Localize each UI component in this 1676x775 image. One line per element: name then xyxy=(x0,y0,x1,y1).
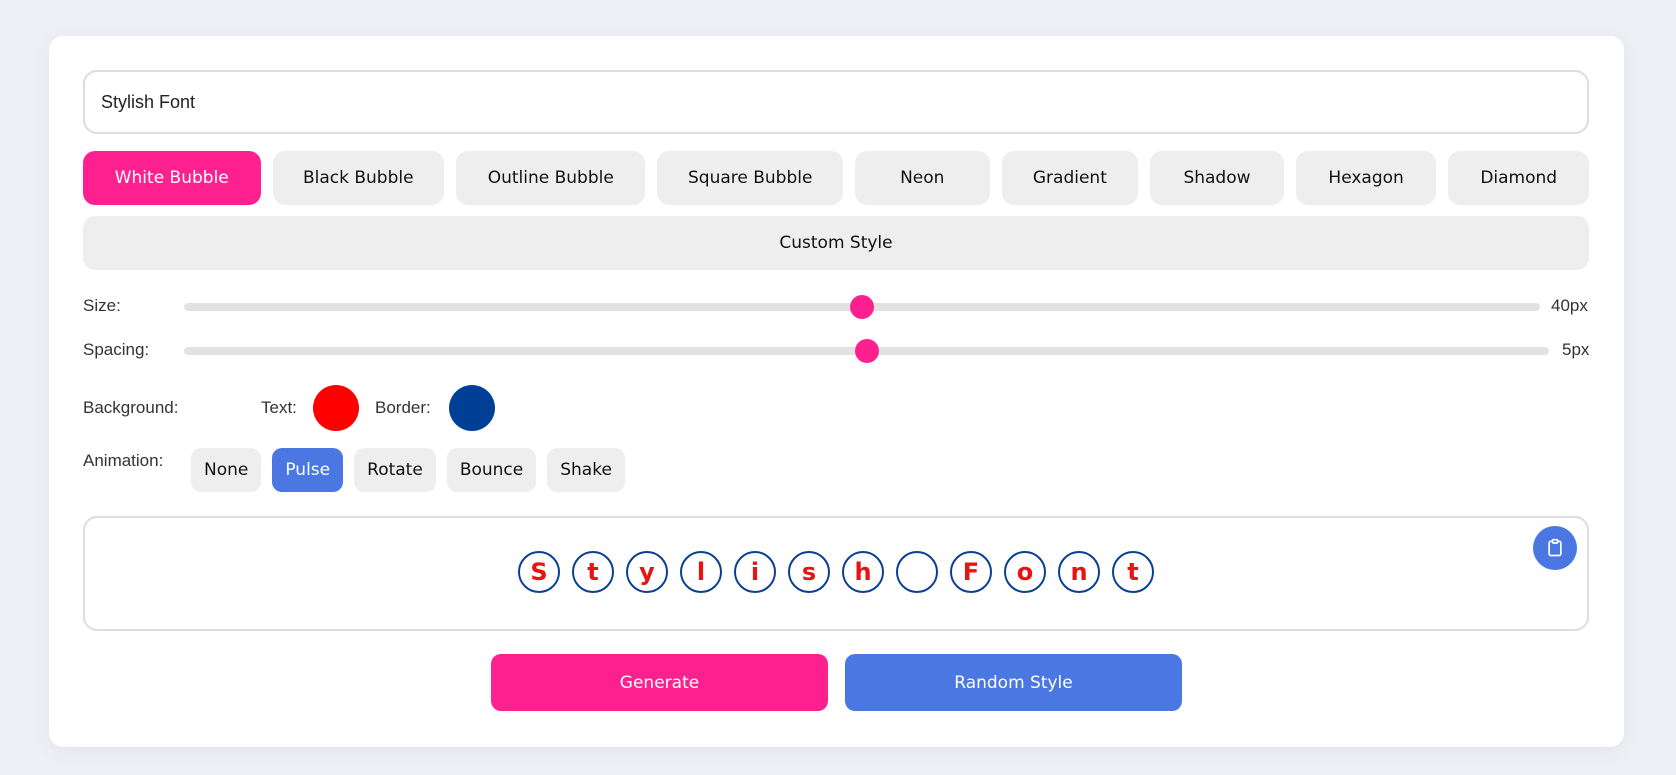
border-color-swatch[interactable] xyxy=(449,385,495,431)
letter-bubble: y xyxy=(626,551,668,593)
style-black-bubble-button[interactable]: Black Bubble xyxy=(272,151,445,205)
style-square-bubble-button[interactable]: Square Bubble xyxy=(657,151,843,205)
spacing-slider-thumb[interactable] xyxy=(855,339,879,363)
style-neon-button[interactable]: Neon xyxy=(854,151,990,205)
style-outline-bubble-button[interactable]: Outline Bubble xyxy=(456,151,646,205)
spacing-value: 5px xyxy=(1562,340,1590,359)
letter-bubble: i xyxy=(734,551,776,593)
border-color-label: Border: xyxy=(375,398,431,417)
size-value: 40px xyxy=(1551,296,1588,315)
letter-bubble: l xyxy=(680,551,722,593)
clipboard-icon xyxy=(1548,538,1562,557)
letter-bubble: h xyxy=(842,551,884,593)
animation-bounce-button[interactable]: Bounce xyxy=(446,448,537,492)
custom-style-button[interactable]: Custom Style xyxy=(83,216,1589,270)
letter-bubble: F xyxy=(950,551,992,593)
style-diamond-button[interactable]: Diamond xyxy=(1448,151,1589,205)
letter-bubble: s xyxy=(788,551,830,593)
animation-rotate-button[interactable]: Rotate xyxy=(354,448,436,492)
spacing-label: Spacing: xyxy=(83,340,150,359)
letter-bubble xyxy=(896,551,938,593)
letter-bubble: t xyxy=(572,551,614,593)
generator-card: White Bubble Black Bubble Outline Bubble… xyxy=(49,36,1624,747)
letter-bubble: t xyxy=(1112,551,1154,593)
animation-none-button[interactable]: None xyxy=(191,448,262,492)
background-label: Background: xyxy=(83,398,179,417)
copy-button[interactable] xyxy=(1533,526,1577,570)
style-gradient-button[interactable]: Gradient xyxy=(1001,151,1139,205)
preview-box: S t y l i s h F o n t xyxy=(83,516,1589,631)
preview-bubbles: S t y l i s h F o n t xyxy=(85,551,1587,593)
style-white-bubble-button[interactable]: White Bubble xyxy=(83,151,261,205)
style-hexagon-button[interactable]: Hexagon xyxy=(1295,151,1437,205)
random-style-button[interactable]: Random Style xyxy=(845,654,1182,711)
letter-bubble: n xyxy=(1058,551,1100,593)
text-color-label: Text: xyxy=(261,398,297,417)
animation-pulse-button[interactable]: Pulse xyxy=(272,448,344,492)
style-shadow-button[interactable]: Shadow xyxy=(1150,151,1284,205)
letter-bubble: o xyxy=(1004,551,1046,593)
generate-button[interactable]: Generate xyxy=(491,654,828,711)
text-color-swatch[interactable] xyxy=(313,385,359,431)
text-input[interactable] xyxy=(83,70,1589,134)
letter-bubble: S xyxy=(518,551,560,593)
size-slider-thumb[interactable] xyxy=(850,295,874,319)
size-label: Size: xyxy=(83,296,121,315)
style-selector: White Bubble Black Bubble Outline Bubble… xyxy=(83,151,1589,205)
animation-options: None Pulse Rotate Bounce Shake xyxy=(191,448,625,492)
animation-label: Animation: xyxy=(83,451,164,470)
animation-shake-button[interactable]: Shake xyxy=(547,448,625,492)
